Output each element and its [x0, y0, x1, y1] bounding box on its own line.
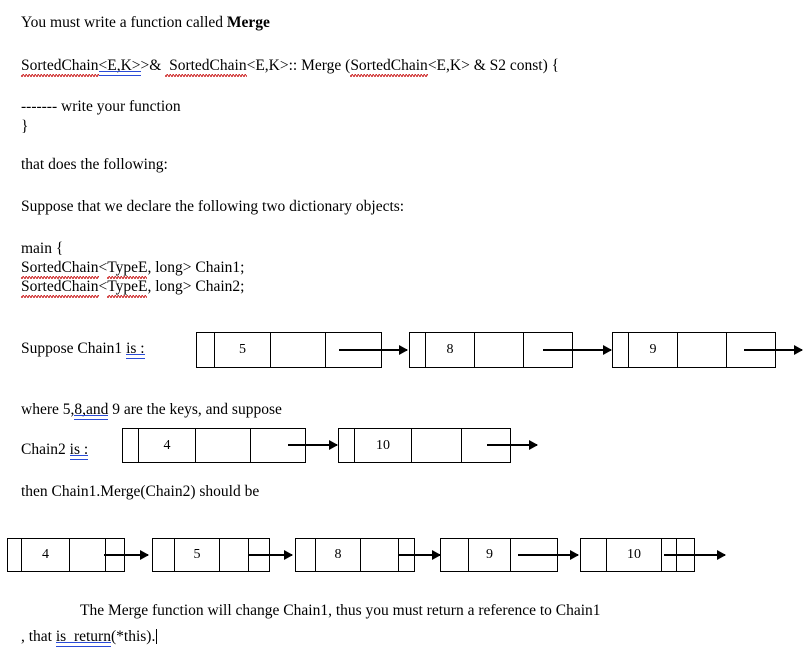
label-chain1: Suppose Chain1 is : — [21, 339, 145, 359]
merged-node-4-key: 9 — [469, 539, 511, 571]
paragraph-decl-chain2: SortedChain<TypeE, long> Chain2; — [21, 277, 245, 298]
chain2-arrow-2 — [487, 444, 537, 446]
intro-text: You must write a function called — [21, 14, 227, 31]
chain2-node-1-cell-a — [123, 429, 139, 462]
grammar-is-colon-2: is : — [69, 441, 89, 460]
chain1-arrow-1 — [339, 349, 407, 351]
merge-keyword: Merge — [226, 14, 270, 31]
merged-node-3-key: 8 — [316, 539, 361, 571]
signature-part-param: <E,K> & S2 const) { — [427, 57, 560, 74]
merged-node-1-key: 4 — [22, 539, 70, 571]
chain1-node-2-cell-c — [475, 333, 524, 367]
chain2-node-2-cell-a — [339, 429, 355, 462]
spellcheck-sortedchain-2: SortedChain — [165, 57, 247, 77]
decl1-rest: , long> Chain1; — [147, 259, 245, 276]
grammar-is-return: is return — [55, 628, 112, 647]
chain2-node-1-cell-c — [196, 429, 251, 462]
paragraph-main-open: main { — [21, 240, 64, 257]
paragraph-then-merge: then Chain1.Merge(Chain2) should be — [21, 483, 260, 500]
decl2-rest: , long> Chain2; — [147, 278, 245, 295]
merged-node-1-cell-c — [70, 539, 106, 571]
merged-node-2-cell-a — [153, 539, 175, 571]
chain1-node-1-cell-c — [271, 333, 326, 367]
spellcheck-sortedchain-5: SortedChain — [21, 278, 99, 298]
decl2-lt: < — [98, 278, 108, 295]
chain2-node-2: 10 — [338, 428, 511, 463]
spellcheck-typee-1: TypeE — [107, 259, 148, 279]
chain1-node-2-cell-a — [410, 333, 426, 367]
return-this-c: (*this). — [110, 628, 156, 645]
merged-arrow-2 — [248, 554, 292, 556]
chain1-node-3-cell-a — [613, 333, 629, 367]
paragraph-merge-returns: The Merge function will change Chain1, t… — [80, 602, 601, 619]
paragraph-signature: SortedChain<E,K>>& SortedChain<E,K>:: Me… — [21, 56, 560, 77]
chain1-node-3-key: 9 — [629, 333, 679, 367]
chain1-node-1-key: 5 — [215, 333, 272, 367]
chain1-arrow-2 — [543, 349, 611, 351]
grammar-template-args: <E,K> — [98, 57, 141, 76]
paragraph-close-brace: } — [21, 118, 29, 135]
merged-node-3: 8 — [295, 538, 415, 572]
merged-arrow-1 — [104, 554, 148, 556]
spellcheck-sortedchain-3: SortedChain — [350, 57, 428, 77]
chain1-node-3-cell-c — [678, 333, 727, 367]
chain1-node-2-key: 8 — [426, 333, 476, 367]
spellcheck-sortedchain-1: SortedChain — [21, 57, 99, 77]
spellcheck-sortedchain-4: SortedChain — [21, 259, 99, 279]
paragraph-that-does: that does the following: — [21, 156, 168, 173]
grammar-8-and: 8,and — [74, 401, 109, 420]
merged-node-2-cell-c — [220, 539, 249, 571]
label-chain1-text: Suppose Chain1 — [21, 340, 127, 357]
document-page: You must write a function called Merge S… — [0, 0, 806, 670]
merged-node-3-cell-a — [296, 539, 316, 571]
paragraph-decl-chain1: SortedChain<TypeE, long> Chain1; — [21, 258, 245, 279]
chain1-node-1-cell-a — [197, 333, 215, 367]
merged-node-2-key: 5 — [175, 539, 220, 571]
paragraph-intro: You must write a function called Merge — [21, 13, 270, 32]
signature-part-amp: >& — [140, 57, 166, 74]
paragraph-keys-note: where 5,8,and 9 are the keys, and suppos… — [21, 400, 282, 420]
keys-note-c: 9 are the keys, and suppose — [108, 401, 282, 418]
text-caret — [156, 629, 158, 644]
keys-note-a: where 5, — [21, 401, 75, 418]
chain2-node-1-key: 4 — [139, 429, 196, 462]
merged-node-5-cell-a — [581, 539, 607, 571]
merged-node-1-cell-a — [8, 539, 22, 571]
grammar-is-colon-1: is : — [126, 340, 145, 359]
signature-part-scope: <E,K>:: Merge ( — [246, 57, 351, 74]
label-chain2: Chain2 is : — [21, 440, 89, 460]
merged-arrow-3 — [398, 554, 440, 556]
merged-node-5-key: 10 — [607, 539, 662, 571]
merged-node-4-cell-a — [441, 539, 469, 571]
merged-node-3-cell-c — [361, 539, 399, 571]
paragraph-return-this: , that is return(*this). — [21, 627, 158, 647]
chain2-node-1: 4 — [122, 428, 306, 463]
chain2-node-2-key: 10 — [355, 429, 412, 462]
return-this-a: , that — [21, 628, 56, 645]
decl1-lt: < — [98, 259, 108, 276]
label-chain2-text: Chain2 — [21, 441, 70, 458]
paragraph-write-function: ------- write your function — [21, 98, 181, 115]
merged-arrow-5 — [664, 554, 725, 556]
spellcheck-typee-2: TypeE — [107, 278, 148, 298]
chain1-arrow-3 — [744, 349, 802, 351]
chain2-node-2-cell-c — [412, 429, 462, 462]
merged-arrow-4 — [518, 554, 578, 556]
paragraph-suppose-declare: Suppose that we declare the following tw… — [21, 198, 405, 215]
chain2-arrow-1 — [288, 444, 337, 446]
